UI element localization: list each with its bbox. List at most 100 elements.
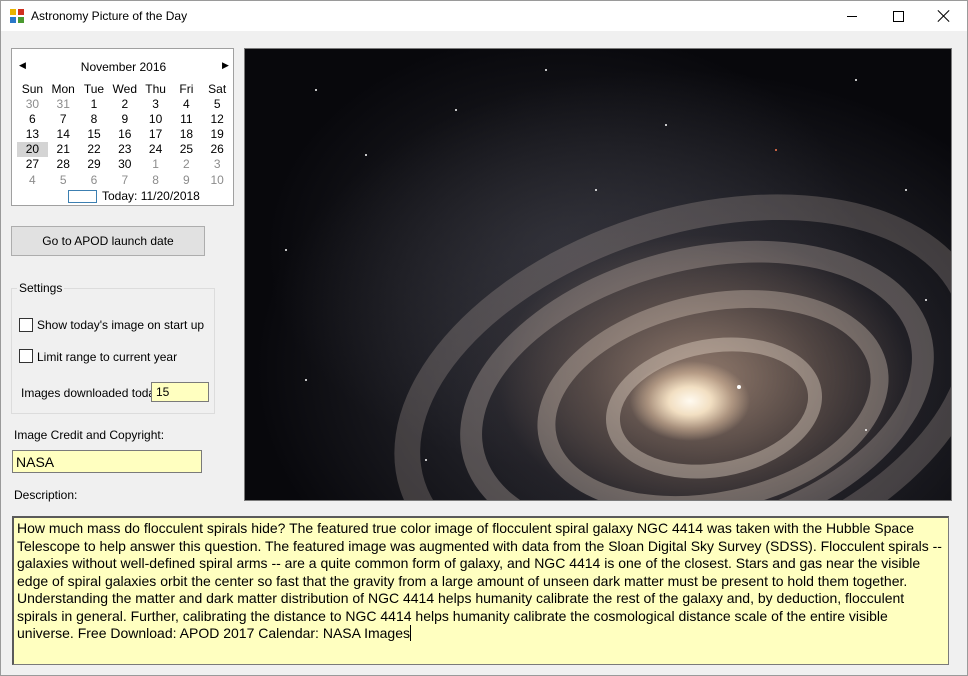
calendar-month-label[interactable]: November 2016 — [12, 60, 235, 74]
calendar-day[interactable]: 2 — [171, 157, 202, 172]
close-button[interactable] — [921, 1, 967, 31]
text-caret — [409, 625, 411, 641]
apod-image — [244, 48, 952, 501]
today-link[interactable]: Today: 11/20/2018 — [102, 189, 200, 203]
window-title: Astronomy Picture of the Day — [31, 9, 188, 23]
calendar-day[interactable]: 13 — [17, 127, 48, 142]
calendar-week-row: 4 5 6 7 8 9 10 — [17, 173, 233, 188]
calendar-week-row: 20 21 22 23 24 25 26 — [17, 142, 233, 158]
limit-range-label[interactable]: Limit range to current year — [37, 350, 177, 364]
calendar-day[interactable]: 29 — [79, 157, 110, 172]
calendar-week-row: 13 14 15 16 17 18 19 — [17, 127, 233, 142]
calendar-day[interactable]: 21 — [48, 142, 79, 157]
next-month-icon[interactable]: ▶ — [222, 60, 229, 71]
calendar-day[interactable]: 28 — [48, 157, 79, 172]
calendar-day[interactable]: 16 — [109, 127, 140, 142]
apod-launch-date-button[interactable]: Go to APOD launch date — [11, 226, 205, 256]
calendar-day[interactable]: 7 — [48, 112, 79, 127]
minimize-button[interactable] — [829, 1, 875, 31]
calendar-day[interactable]: 12 — [202, 112, 233, 127]
title-bar[interactable]: Astronomy Picture of the Day — [1, 1, 967, 31]
star — [545, 69, 547, 71]
maximize-button[interactable] — [875, 1, 921, 31]
calendar-week-row: 30 31 1 2 3 4 5 — [17, 97, 233, 112]
calendar-day[interactable]: 14 — [48, 127, 79, 142]
calendar-day[interactable]: 5 — [202, 97, 233, 112]
calendar-day[interactable]: 11 — [171, 112, 202, 127]
calendar-day[interactable]: 6 — [79, 173, 110, 188]
calendar-day[interactable]: 27 — [17, 157, 48, 172]
main-window: Astronomy Picture of the Day ◀ November … — [0, 0, 968, 676]
calendar-day-header: Mon — [51, 82, 75, 96]
calendar-week-row: 6 7 8 9 10 11 12 — [17, 112, 233, 127]
star — [595, 189, 597, 191]
calendar-day[interactable]: 26 — [202, 142, 233, 157]
calendar-day[interactable]: 9 — [171, 173, 202, 188]
calendar-day[interactable]: 4 — [171, 97, 202, 112]
calendar-day[interactable]: 10 — [140, 112, 171, 127]
calendar-day[interactable]: 8 — [79, 112, 110, 127]
calendar-day[interactable]: 3 — [202, 157, 233, 172]
star — [737, 385, 741, 389]
star — [455, 109, 457, 111]
credit-label: Image Credit and Copyright: — [14, 428, 165, 442]
calendar-day[interactable]: 22 — [79, 142, 110, 157]
calendar-day[interactable]: 7 — [109, 173, 140, 188]
description-label: Description: — [14, 488, 78, 502]
star — [925, 299, 927, 301]
star — [665, 124, 667, 126]
calendar-day-headers: Sun Mon Tue Wed Thu Fri Sat — [17, 82, 233, 97]
star — [365, 154, 367, 156]
calendar-day-selected[interactable]: 20 — [17, 142, 48, 158]
calendar-day[interactable]: 25 — [171, 142, 202, 157]
calendar-day-header: Fri — [179, 82, 194, 96]
calendar-grid: Sun Mon Tue Wed Thu Fri Sat 30 31 1 2 3 4 5 6 7 8 9 10 11 12… — [17, 82, 233, 188]
minimize-icon — [847, 15, 857, 17]
star — [425, 459, 427, 461]
calendar-day[interactable]: 4 — [17, 173, 48, 188]
app-icon — [10, 9, 24, 23]
calendar-day[interactable]: 9 — [109, 112, 140, 127]
calendar-day[interactable]: 6 — [17, 112, 48, 127]
calendar-day[interactable]: 2 — [109, 97, 140, 112]
close-icon — [938, 10, 950, 22]
calendar-day-header: Sun — [21, 82, 44, 96]
show-today-label[interactable]: Show today's image on start up — [37, 318, 204, 332]
images-downloaded-field[interactable]: 15 — [151, 382, 209, 402]
calendar-day-header: Tue — [83, 82, 105, 96]
star — [865, 429, 867, 431]
calendar-day-header: Wed — [112, 82, 138, 96]
settings-legend: Settings — [17, 281, 65, 295]
calendar-day[interactable]: 1 — [79, 97, 110, 112]
star — [775, 149, 777, 151]
calendar-week-row: 27 28 29 30 1 2 3 — [17, 157, 233, 172]
limit-range-checkbox[interactable] — [19, 349, 33, 363]
star — [305, 379, 307, 381]
description-textbox[interactable]: How much mass do flocculent spirals hide… — [12, 516, 949, 665]
calendar-day[interactable]: 31 — [48, 97, 79, 112]
description-text: How much mass do flocculent spirals hide… — [17, 520, 942, 641]
calendar-day[interactable]: 30 — [109, 157, 140, 172]
star — [315, 89, 317, 91]
calendar-day[interactable]: 23 — [109, 142, 140, 157]
calendar-day[interactable]: 3 — [140, 97, 171, 112]
calendar-day[interactable]: 24 — [140, 142, 171, 157]
calendar-day[interactable]: 30 — [17, 97, 48, 112]
calendar-day-header: Sat — [208, 82, 227, 96]
maximize-icon — [892, 10, 904, 22]
credit-field[interactable]: NASA — [12, 450, 202, 473]
calendar-day[interactable]: 8 — [140, 173, 171, 188]
calendar-day[interactable]: 5 — [48, 173, 79, 188]
calendar-day[interactable]: 15 — [79, 127, 110, 142]
calendar-day-header: Thu — [145, 82, 166, 96]
show-today-checkbox[interactable] — [19, 318, 33, 332]
calendar-day[interactable]: 17 — [140, 127, 171, 142]
calendar-day[interactable]: 1 — [140, 157, 171, 172]
star — [905, 189, 907, 191]
calendar-day[interactable]: 19 — [202, 127, 233, 142]
month-calendar[interactable]: ◀ November 2016 ▶ Sun Mon Tue Wed Thu Fri Sat 3… — [11, 48, 234, 206]
calendar-day[interactable]: 10 — [202, 173, 233, 188]
calendar-day[interactable]: 18 — [171, 127, 202, 142]
images-downloaded-label: Images downloaded today: — [21, 386, 165, 400]
star — [855, 79, 857, 81]
